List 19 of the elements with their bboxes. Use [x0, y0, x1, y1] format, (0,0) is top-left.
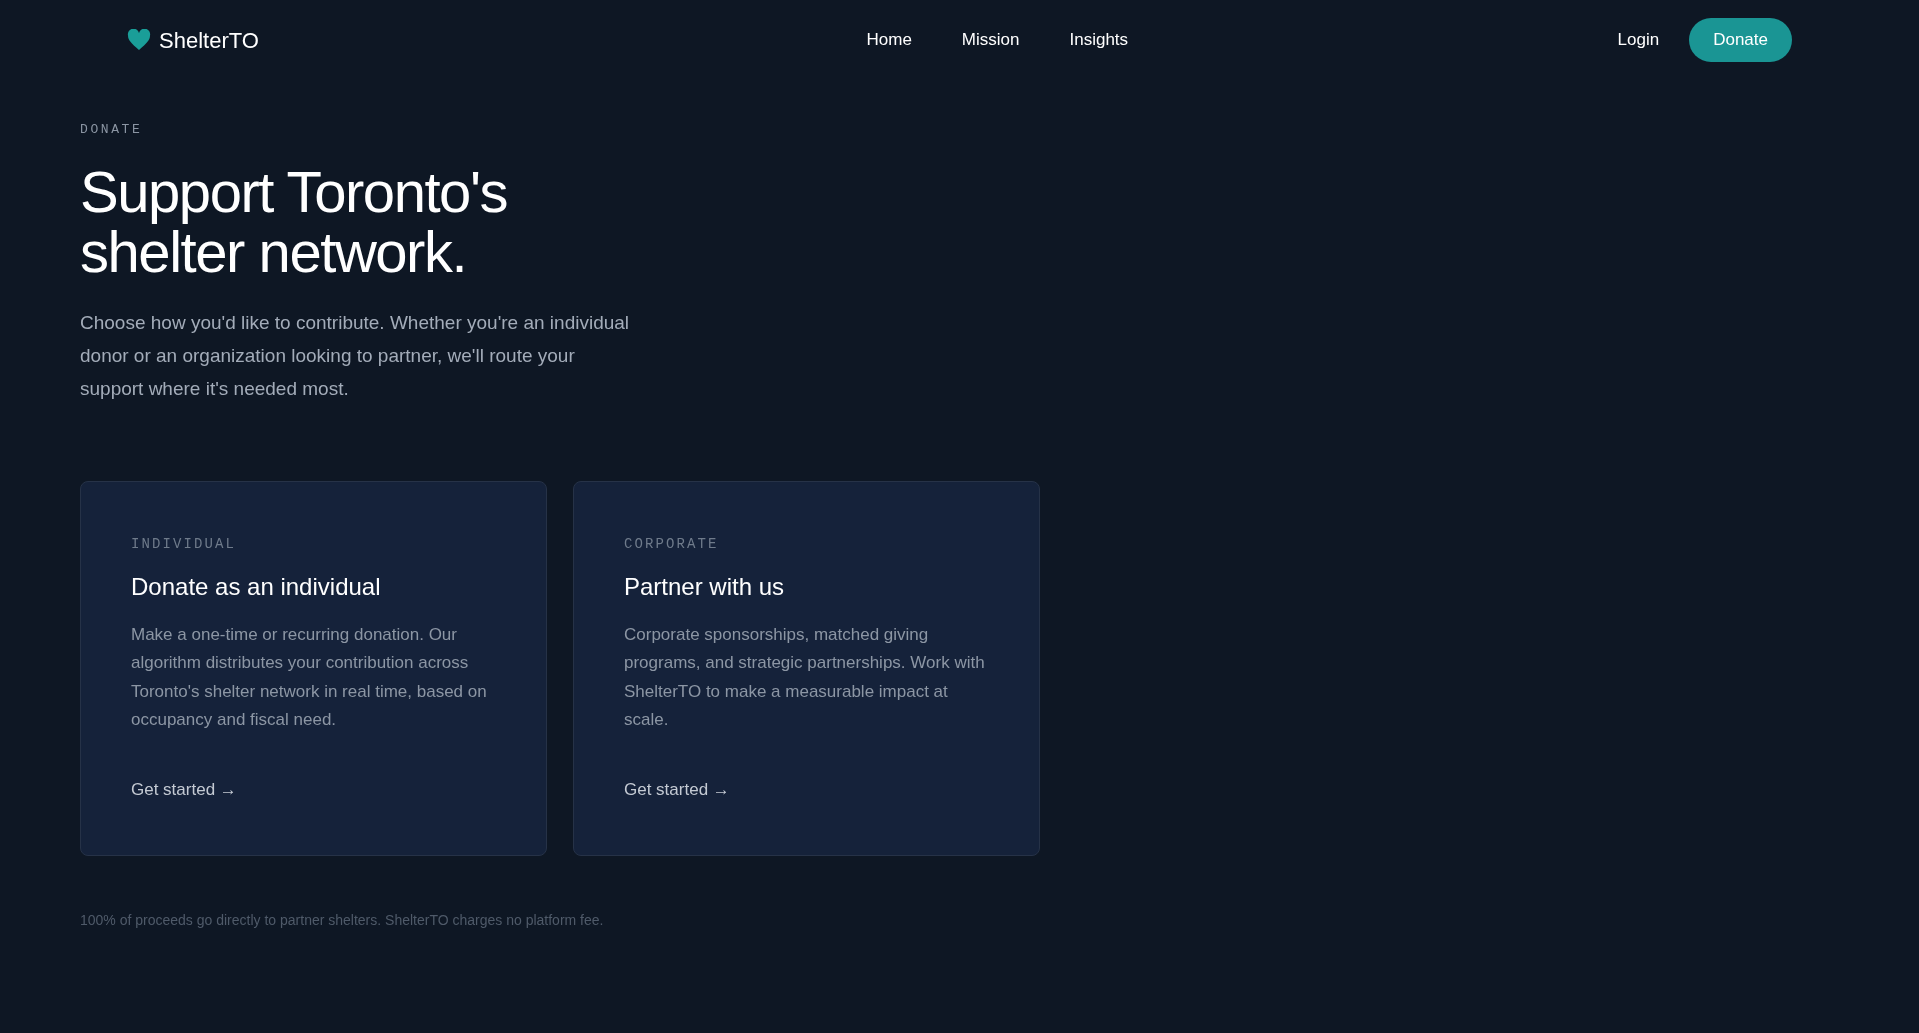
get-started-link[interactable]: Get started → — [624, 777, 730, 803]
intro-paragraph: Choose how you'd like to contribute. Whether you're an individual donor or an organization looking to partner, we'll route your support where it's needed most. — [80, 310, 631, 401]
section-eyebrow: DONATE — [80, 121, 144, 139]
brand-name[interactable]: ShelterTO — [159, 23, 259, 57]
get-started-link[interactable]: Get started → — [131, 777, 237, 803]
card-description: Corporate sponsorships, matched giving programs, and strategic partnerships. Work with ShelterTO to make a measurable impact at scale. — [624, 623, 986, 731]
login-link[interactable]: Login — [1617, 27, 1660, 53]
page-heading: Support Toronto's shelter network. — [80, 161, 509, 282]
card-title: Partner with us — [624, 571, 786, 602]
donate-button[interactable]: Donate — [1689, 18, 1792, 62]
card-description: Make a one-time or recurring donation. Our algorithm distributes your contribution across Toronto's shelter network in real time, based on occupancy and fiscal need. — [131, 623, 488, 731]
nav-link[interactable]: Mission — [961, 27, 1020, 53]
nav-link[interactable]: Insights — [1069, 27, 1129, 53]
card-eyebrow: CORPORATE — [624, 534, 720, 554]
card-title: Donate as an individual — [131, 571, 382, 602]
card-eyebrow: INDIVIDUAL — [131, 534, 237, 554]
nav-link[interactable]: Home — [866, 27, 912, 53]
footnote: 100% of proceeds go directly to partner shelters. ShelterTO charges no platform fee. — [80, 910, 605, 930]
heart-logo-icon — [127, 29, 151, 51]
